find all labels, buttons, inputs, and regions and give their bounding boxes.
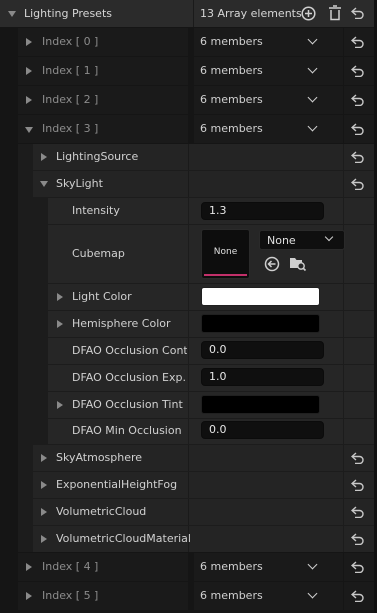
property-label: DFAO Occlusion Exp... — [72, 371, 187, 384]
array-count: 13 Array elements — [200, 7, 302, 20]
member-volumetric-cloud-material[interactable]: VolumetricCloudMaterial — [0, 526, 377, 552]
member-lighting-source[interactable]: LightingSource — [0, 144, 377, 170]
member-label: ExponentialHeightFog — [56, 478, 178, 491]
intensity-input[interactable]: 1.3 — [201, 202, 324, 220]
property-label: Hemisphere Color — [72, 317, 171, 330]
property-label: Light Color — [72, 290, 132, 303]
members-count: 6 members — [200, 122, 263, 135]
members-count: 6 members — [200, 35, 263, 48]
member-label: VolumetricCloud — [56, 505, 147, 518]
select-value: None — [267, 234, 296, 247]
array-item-index-3[interactable]: Index [ 3 ] 6 members — [0, 115, 377, 143]
cubemap-thumbnail[interactable]: None — [201, 229, 250, 279]
expand-arrow-icon[interactable] — [26, 38, 32, 46]
reset-arrow-icon[interactable] — [351, 65, 365, 77]
use-selected-asset-icon[interactable] — [264, 256, 280, 272]
index-label: Index [ 4 ] — [42, 560, 99, 573]
array-item-index-4[interactable]: Index [ 4 ] 6 members — [0, 553, 377, 581]
expand-arrow-icon[interactable] — [41, 454, 47, 462]
reset-arrow-icon[interactable] — [351, 590, 365, 602]
expand-arrow-icon[interactable] — [41, 508, 47, 516]
expand-arrow-icon[interactable] — [57, 401, 63, 409]
reset-arrow-icon[interactable] — [351, 94, 365, 106]
member-label: LightingSource — [56, 150, 139, 163]
reset-arrow-icon[interactable] — [351, 151, 365, 163]
property-label: Cubemap — [72, 247, 125, 260]
property-dfao-exponent: DFAO Occlusion Exp... 1.0 — [0, 365, 377, 391]
member-label: SkyAtmosphere — [56, 451, 143, 464]
index-label: Index [ 3 ] — [42, 122, 99, 135]
members-count: 6 members — [200, 64, 263, 77]
array-item-index-2[interactable]: Index [ 2 ] 6 members — [0, 86, 377, 114]
property-hemisphere-color: Hemisphere Color — [0, 311, 377, 337]
cubemap-asset-select[interactable]: None — [259, 230, 345, 250]
clear-array-icon[interactable] — [328, 5, 342, 21]
expand-arrow-icon[interactable] — [41, 153, 47, 161]
members-count: 6 members — [200, 589, 263, 602]
dfao-min-input[interactable]: 0.0 — [201, 421, 324, 439]
expand-arrow-icon[interactable] — [41, 535, 47, 543]
member-sky-atmosphere[interactable]: SkyAtmosphere — [0, 445, 377, 471]
reset-arrow-icon[interactable] — [351, 452, 365, 464]
collapse-arrow-icon[interactable] — [8, 11, 16, 17]
member-label: VolumetricCloudMaterial — [56, 532, 191, 545]
member-label: SkyLight — [56, 177, 103, 190]
expand-arrow-icon[interactable] — [41, 481, 47, 489]
property-dfao-tint: DFAO Occlusion Tint — [0, 392, 377, 418]
property-dfao-contrast: DFAO Occlusion Cont... 0.0 — [0, 338, 377, 364]
asset-type-bar — [204, 274, 247, 276]
light-color-swatch[interactable] — [201, 287, 320, 306]
index-label: Index [ 5 ] — [42, 589, 99, 602]
browse-asset-icon[interactable] — [289, 255, 307, 272]
reset-arrow-icon[interactable] — [351, 479, 365, 491]
collapse-arrow-icon[interactable] — [40, 181, 48, 187]
array-item-index-0[interactable]: Index [ 0 ] 6 members — [0, 28, 377, 56]
expand-arrow-icon[interactable] — [57, 320, 63, 328]
array-item-index-1[interactable]: Index [ 1 ] 6 members — [0, 57, 377, 85]
add-element-icon[interactable] — [301, 6, 316, 21]
lighting-presets-header[interactable]: Lighting Presets 13 Array elements — [0, 0, 377, 27]
member-sky-light[interactable]: SkyLight — [0, 171, 377, 197]
dfao-exponent-input[interactable]: 1.0 — [201, 368, 324, 386]
property-intensity: Intensity 1.3 — [0, 198, 377, 224]
member-volumetric-cloud[interactable]: VolumetricCloud — [0, 499, 377, 525]
array-title: Lighting Presets — [24, 7, 112, 20]
expand-arrow-icon[interactable] — [57, 293, 63, 301]
reset-arrow-icon[interactable] — [351, 123, 365, 135]
details-panel: Lighting Presets 13 Array elements Index… — [0, 0, 377, 613]
index-label: Index [ 0 ] — [42, 35, 99, 48]
property-label: DFAO Occlusion Cont... — [72, 344, 187, 357]
array-item-index-5[interactable]: Index [ 5 ] 6 members — [0, 582, 377, 610]
expand-arrow-icon[interactable] — [26, 592, 32, 600]
reset-arrow-icon[interactable] — [351, 178, 365, 190]
dfao-tint-swatch[interactable] — [201, 395, 320, 414]
dfao-contrast-input[interactable]: 0.0 — [201, 341, 324, 359]
property-label: DFAO Min Occlusion — [72, 424, 182, 437]
hemisphere-color-swatch[interactable] — [201, 314, 320, 333]
thumbnail-text: None — [213, 247, 238, 257]
property-dfao-min-occlusion: DFAO Min Occlusion 0.0 — [0, 419, 377, 444]
property-label: Intensity — [72, 204, 120, 217]
expand-arrow-icon[interactable] — [26, 67, 32, 75]
member-exponential-height-fog[interactable]: ExponentialHeightFog — [0, 472, 377, 498]
chevron-down-icon — [324, 232, 334, 242]
reset-arrow-icon[interactable] — [351, 506, 365, 518]
reset-arrow-icon[interactable] — [351, 7, 365, 19]
reset-arrow-icon[interactable] — [351, 533, 365, 545]
property-light-color: Light Color — [0, 284, 377, 310]
members-count: 6 members — [200, 560, 263, 573]
property-label: DFAO Occlusion Tint — [72, 398, 183, 411]
expand-arrow-icon[interactable] — [26, 96, 32, 104]
members-count: 6 members — [200, 93, 263, 106]
collapse-arrow-icon[interactable] — [25, 127, 33, 133]
reset-arrow-icon[interactable] — [351, 561, 365, 573]
expand-arrow-icon[interactable] — [26, 563, 32, 571]
index-label: Index [ 1 ] — [42, 64, 99, 77]
property-cubemap: Cubemap None None — [0, 225, 377, 283]
index-label: Index [ 2 ] — [42, 93, 99, 106]
reset-arrow-icon[interactable] — [351, 36, 365, 48]
